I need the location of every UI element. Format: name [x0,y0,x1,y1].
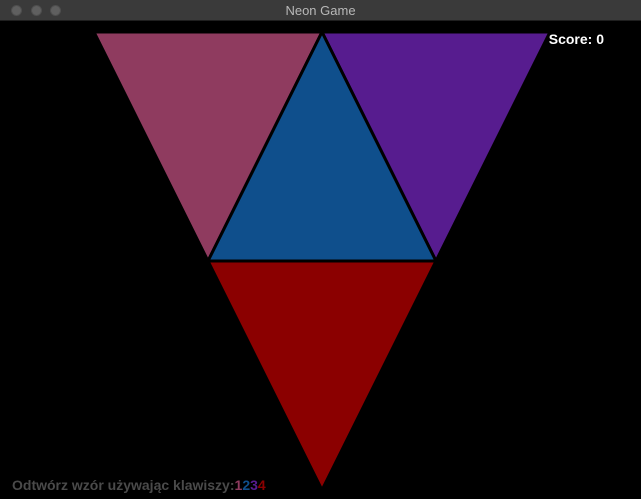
triangle-board [92,30,552,492]
score-value: 0 [596,31,604,47]
instruction-label: Odtwórz wzór używając klawiszy: [12,477,235,493]
key-3-label: 3 [250,477,258,493]
window-title: Neon Game [285,3,356,18]
game-window: Neon Game Score: 0 Odtwórz wzór używając… [0,0,641,499]
key-2-label: 2 [242,477,251,493]
title-bar: Neon Game [0,0,641,21]
game-canvas[interactable]: Score: 0 Odtwórz wzór używając klawiszy:… [0,21,641,499]
tile-red[interactable] [206,259,438,492]
key-4-label: 4 [257,477,266,493]
score-display: Score: 0 [549,31,604,47]
instruction-text: Odtwórz wzór używając klawiszy:1234 [12,477,266,493]
score-label: Score: [548,31,593,47]
